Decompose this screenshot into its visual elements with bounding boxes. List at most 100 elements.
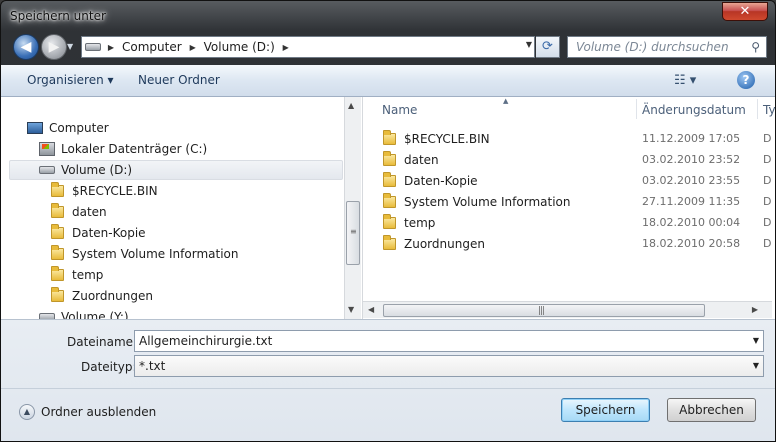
scroll-left-icon[interactable]: ◀ bbox=[368, 305, 374, 314]
file-list-pane[interactable]: ▲ Name Änderungsdatum Typ $RECYCLE.BIN 1… bbox=[362, 97, 775, 319]
search-icon[interactable]: ⚲ bbox=[751, 40, 760, 54]
chevron-down-icon[interactable]: ▼ bbox=[753, 361, 759, 370]
file-name: Daten-Kopie bbox=[404, 173, 478, 188]
scrollbar-thumb[interactable]: ≡ bbox=[346, 201, 360, 265]
scrollbar-thumb[interactable]: ||| bbox=[383, 304, 705, 317]
file-row[interactable]: Zuordnungen 18.02.2010 20:58 D bbox=[363, 233, 772, 254]
file-row[interactable]: temp 18.02.2010 00:04 D bbox=[363, 212, 772, 233]
chevron-up-icon: ▲ bbox=[19, 404, 35, 420]
save-as-dialog: Speichern unter ✕ ◀ ▶ ▼ ▶ Computer ▶ Vol… bbox=[0, 0, 776, 442]
file-date: 27.11.2009 11:35 bbox=[642, 195, 741, 208]
folder-icon bbox=[383, 213, 396, 229]
tree-item-volume-y[interactable]: Volume (Y:) bbox=[39, 307, 129, 319]
file-row[interactable]: Daten-Kopie 03.02.2010 23:55 D bbox=[363, 170, 772, 191]
file-date: 18.02.2010 00:04 bbox=[642, 216, 741, 229]
scroll-up-icon[interactable]: ▲ bbox=[348, 101, 354, 110]
column-divider[interactable] bbox=[636, 99, 637, 119]
file-type: D bbox=[763, 216, 772, 229]
file-row[interactable]: daten 03.02.2010 23:52 D bbox=[363, 149, 772, 170]
folder-icon bbox=[383, 171, 396, 187]
chevron-down-icon[interactable]: ▼ bbox=[753, 336, 759, 345]
address-bar[interactable]: ▶ Computer ▶ Volume (D:) ▶ ▼ bbox=[81, 36, 535, 58]
folder-icon bbox=[51, 287, 64, 302]
divider bbox=[1, 388, 775, 389]
tree-item-daten[interactable]: daten bbox=[51, 202, 107, 222]
folder-icon bbox=[383, 234, 396, 250]
column-header-date[interactable]: Änderungsdatum bbox=[642, 97, 746, 121]
sort-ascending-icon: ▲ bbox=[503, 97, 509, 105]
tree-item-daten-kopie[interactable]: Daten-Kopie bbox=[51, 223, 146, 243]
folder-icon bbox=[51, 203, 64, 218]
search-placeholder: Volume (D:) durchsuchen bbox=[576, 40, 729, 54]
new-folder-button[interactable]: Neuer Ordner bbox=[138, 73, 220, 87]
filetype-value: *.txt bbox=[139, 359, 166, 373]
save-options-panel: Dateiname: Allgemeinchirurgie.txt ▼ Date… bbox=[1, 319, 775, 441]
scroll-right-icon[interactable]: ▶ bbox=[752, 305, 758, 314]
file-type: D bbox=[763, 237, 772, 250]
navigation-pane-scrollbar[interactable]: ▲ ≡ ▼ bbox=[344, 97, 361, 319]
close-button[interactable]: ✕ bbox=[722, 2, 768, 21]
drive-icon bbox=[39, 166, 55, 174]
tree-item-volume-d[interactable]: Volume (D:) bbox=[9, 160, 343, 180]
file-date: 03.02.2010 23:52 bbox=[642, 153, 741, 166]
scroll-down-icon[interactable]: ▼ bbox=[348, 305, 354, 314]
file-type: D bbox=[763, 153, 772, 166]
folder-icon bbox=[383, 192, 396, 208]
filename-input[interactable]: Allgemeinchirurgie.txt ▼ bbox=[134, 330, 764, 352]
view-options-button[interactable]: ☷ ▾ bbox=[674, 73, 696, 88]
breadcrumb-volume-d[interactable]: Volume (D:) bbox=[200, 40, 279, 54]
breadcrumb-arrow-icon[interactable]: ▶ bbox=[104, 43, 118, 52]
folder-icon bbox=[51, 266, 64, 281]
search-input[interactable]: Volume (D:) durchsuchen ⚲ bbox=[567, 36, 767, 58]
tree-item-drive-c[interactable]: Lokaler Datenträger (C:) bbox=[39, 139, 207, 159]
tree-item-label: System Volume Information bbox=[72, 247, 239, 261]
forward-button[interactable]: ▶ bbox=[41, 34, 67, 60]
tree-item-computer[interactable]: Computer bbox=[27, 118, 109, 138]
filename-value: Allgemeinchirurgie.txt bbox=[139, 334, 273, 348]
hide-folders-label: Ordner ausblenden bbox=[41, 405, 157, 419]
file-name: $RECYCLE.BIN bbox=[404, 131, 490, 146]
hide-folders-button[interactable]: ▲ Ordner ausblenden bbox=[19, 404, 156, 420]
refresh-icon: ⟳ bbox=[542, 39, 553, 54]
address-dropdown-icon[interactable]: ▼ bbox=[526, 40, 532, 49]
cancel-button[interactable]: Abbrechen bbox=[667, 398, 756, 422]
recent-pages-dropdown-icon[interactable]: ▼ bbox=[67, 42, 77, 52]
file-row[interactable]: System Volume Information 27.11.2009 11:… bbox=[363, 191, 772, 212]
tree-item-label: Computer bbox=[49, 121, 109, 135]
navigation-bar: ◀ ▶ ▼ ▶ Computer ▶ Volume (D:) ▶ ▼ ⟳ Vol… bbox=[1, 29, 775, 65]
navigation-pane[interactable]: Computer Lokaler Datenträger (C:) Volume… bbox=[9, 97, 344, 319]
tree-item-system-volume-information[interactable]: System Volume Information bbox=[51, 244, 238, 264]
tree-item-label: Volume (D:) bbox=[61, 163, 133, 177]
folder-icon bbox=[51, 182, 64, 197]
file-row[interactable]: $RECYCLE.BIN 11.12.2009 17:05 D bbox=[363, 128, 772, 149]
file-list-horizontal-scrollbar[interactable]: ◀ ||| ▶ bbox=[363, 301, 772, 318]
tree-item-label: Volume (Y:) bbox=[61, 310, 129, 319]
help-button[interactable]: ? bbox=[737, 71, 755, 89]
tree-item-zuordnungen[interactable]: Zuordnungen bbox=[51, 286, 153, 306]
filetype-select[interactable]: *.txt ▼ bbox=[134, 355, 764, 377]
tree-item-temp[interactable]: temp bbox=[51, 265, 103, 285]
file-date: 03.02.2010 23:55 bbox=[642, 174, 741, 187]
window-title: Speichern unter bbox=[10, 9, 106, 23]
organize-button[interactable]: Organisieren ▾ bbox=[27, 73, 114, 87]
column-header-name[interactable]: Name bbox=[382, 97, 417, 121]
command-toolbar: Organisieren ▾ Neuer Ordner ☷ ▾ ? bbox=[1, 65, 775, 97]
title-bar: Speichern unter ✕ bbox=[1, 1, 775, 29]
file-name: daten bbox=[404, 152, 439, 167]
column-header-type[interactable]: Typ bbox=[763, 97, 775, 121]
breadcrumb-arrow-icon[interactable]: ▶ bbox=[186, 43, 200, 52]
drive-c-icon bbox=[39, 142, 55, 156]
file-name: temp bbox=[404, 215, 436, 230]
folder-icon bbox=[51, 245, 64, 260]
refresh-button[interactable]: ⟳ bbox=[536, 36, 560, 58]
file-date: 18.02.2010 20:58 bbox=[642, 237, 741, 250]
file-name: Zuordnungen bbox=[404, 236, 485, 251]
column-divider[interactable] bbox=[757, 99, 758, 119]
computer-icon bbox=[27, 122, 43, 134]
back-button[interactable]: ◀ bbox=[13, 34, 39, 60]
save-button[interactable]: Speichern bbox=[561, 398, 650, 422]
tree-item-recycle-bin[interactable]: $RECYCLE.BIN bbox=[51, 181, 158, 201]
file-type: D bbox=[763, 195, 772, 208]
breadcrumb-computer[interactable]: Computer bbox=[118, 40, 186, 54]
breadcrumb-arrow-icon[interactable]: ▶ bbox=[279, 43, 293, 52]
